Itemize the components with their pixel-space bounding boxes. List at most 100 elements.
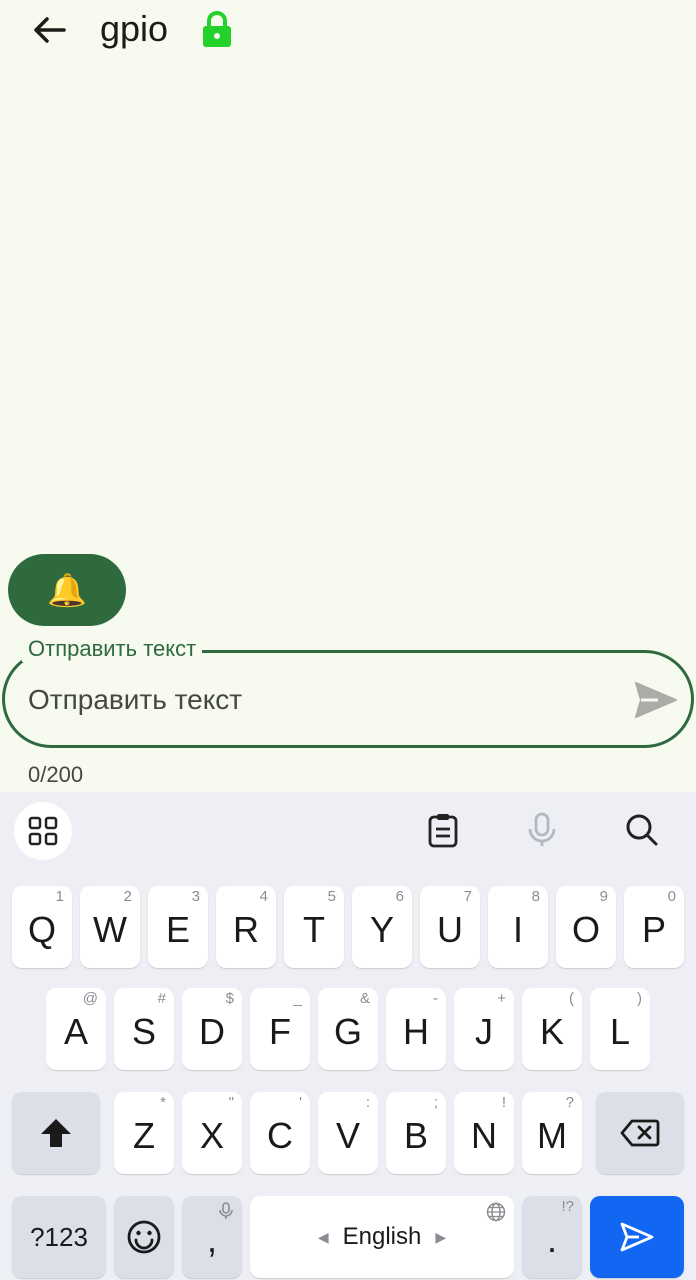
key-k[interactable]: (K — [522, 988, 582, 1070]
symbols-key[interactable]: ?123 — [12, 1196, 106, 1278]
period-label: . — [546, 1219, 557, 1260]
key-label: F — [269, 1011, 291, 1052]
key-label: C — [267, 1115, 293, 1156]
key-w[interactable]: 2W — [80, 886, 140, 968]
backspace-key[interactable] — [596, 1092, 684, 1174]
key-hint: & — [359, 990, 370, 1007]
key-l[interactable]: ) L — [590, 988, 650, 1070]
key-v[interactable]: :V — [318, 1092, 378, 1174]
key-p[interactable]: 0P — [624, 886, 684, 968]
key-label: W — [93, 909, 127, 950]
key-label: B — [403, 1115, 428, 1156]
keyboard: 1Q 2W 3E 4R 5T 6Y 7U 8I 9O 0P @ A # S $ D _… — [0, 792, 696, 1280]
shift-key[interactable] — [12, 1092, 100, 1174]
search-icon — [626, 814, 658, 846]
space-label: English — [342, 1223, 422, 1250]
key-o[interactable]: 9O — [556, 886, 616, 968]
comma-label: , — [206, 1219, 217, 1260]
key-label: H — [403, 1011, 429, 1052]
lock-icon — [203, 11, 231, 47]
char-counter: 0/200 — [28, 762, 84, 787]
apps-grid-icon — [28, 816, 58, 846]
key-label: G — [333, 1011, 362, 1052]
key-label: A — [63, 1011, 88, 1052]
key-label: I — [512, 909, 523, 950]
key-x[interactable]: " X — [182, 1092, 242, 1174]
page-title: gpio — [100, 8, 169, 49]
key-n[interactable]: ! N — [454, 1092, 514, 1174]
key-hint: ( — [569, 990, 574, 1007]
key-t[interactable]: 5T — [284, 886, 344, 968]
message-input-placeholder: Отправить текст — [28, 684, 243, 715]
key-hint: # — [157, 990, 166, 1007]
key-label: D — [199, 1011, 225, 1052]
period-key[interactable]: !? . — [522, 1196, 582, 1278]
key-f[interactable]: _ F — [250, 988, 310, 1070]
key-hint: - — [433, 990, 438, 1007]
key-label: O — [571, 909, 600, 950]
key-hint: 0 — [667, 888, 676, 905]
apps-grid-button[interactable] — [14, 802, 72, 860]
key-label: Q — [27, 909, 56, 950]
send-icon[interactable] — [634, 680, 678, 720]
symbols-label: ?123 — [30, 1221, 88, 1252]
key-d[interactable]: $ D — [182, 988, 242, 1070]
comma-key[interactable]: , — [182, 1196, 242, 1278]
key-hint: !? — [561, 1198, 574, 1215]
key-hint: 9 — [599, 888, 608, 905]
back-arrow-icon — [34, 17, 66, 43]
message-input-label: Отправить текст — [22, 636, 203, 662]
key-hint: : — [365, 1094, 370, 1111]
key-s[interactable]: # S — [114, 988, 174, 1070]
key-y[interactable]: 6Y — [352, 886, 412, 968]
key-hint: 1 — [55, 888, 64, 905]
key-label: U — [437, 909, 463, 950]
key-g[interactable]: & G — [318, 988, 378, 1070]
key-hint: 5 — [327, 888, 336, 905]
key-q[interactable]: 1Q — [12, 886, 72, 968]
key-r[interactable]: 4R — [216, 886, 276, 968]
top-app-bar: gpio — [0, 0, 696, 64]
key-hint: ! — [501, 1094, 506, 1111]
key-label: S — [131, 1011, 156, 1052]
key-label: K — [539, 1011, 564, 1052]
clipboard-button[interactable] — [423, 810, 463, 850]
key-j[interactable]: + J — [454, 988, 514, 1070]
mic-button[interactable] — [522, 810, 562, 850]
key-h[interactable]: -H — [386, 988, 446, 1070]
space-key[interactable]: ◀ English ▶ — [250, 1196, 514, 1278]
key-z[interactable]: * Z — [114, 1092, 174, 1174]
key-m[interactable]: ? M — [522, 1092, 582, 1174]
key-label: R — [233, 909, 259, 950]
key-label: N — [471, 1115, 497, 1156]
key-hint: ' — [299, 1094, 302, 1111]
mic-icon — [528, 812, 556, 846]
key-hint: ) — [637, 990, 642, 1007]
keyboard-toolbar — [0, 792, 696, 872]
emoji-key[interactable] — [114, 1196, 174, 1278]
key-c[interactable]: ' C — [250, 1092, 310, 1174]
key-e[interactable]: 3E — [148, 886, 208, 968]
mic-small-icon — [219, 1202, 233, 1219]
key-label: Z — [133, 1115, 155, 1156]
key-label: Y — [369, 909, 394, 950]
bell-button[interactable]: 🔔 — [8, 554, 126, 626]
back-button[interactable] — [26, 10, 72, 50]
enter-key[interactable] — [590, 1196, 684, 1278]
key-hint: @ — [82, 990, 98, 1007]
key-i[interactable]: 8I — [488, 886, 548, 968]
key-u[interactable]: 7U — [420, 886, 480, 968]
bell-icon: 🔔 — [47, 572, 87, 608]
key-b[interactable]: ; B — [386, 1092, 446, 1174]
key-a[interactable]: @ A — [46, 988, 106, 1070]
key-hint: _ — [293, 990, 302, 1007]
key-hint: 3 — [191, 888, 200, 905]
key-label: M — [537, 1115, 567, 1156]
key-hint: 8 — [531, 888, 540, 905]
key-hint: ? — [565, 1094, 574, 1111]
search-button[interactable] — [622, 810, 662, 850]
key-label: L — [609, 1011, 631, 1052]
chevron-left-icon: ◀ — [317, 1228, 329, 1245]
key-hint: $ — [225, 990, 234, 1007]
shift-icon — [41, 1119, 71, 1147]
